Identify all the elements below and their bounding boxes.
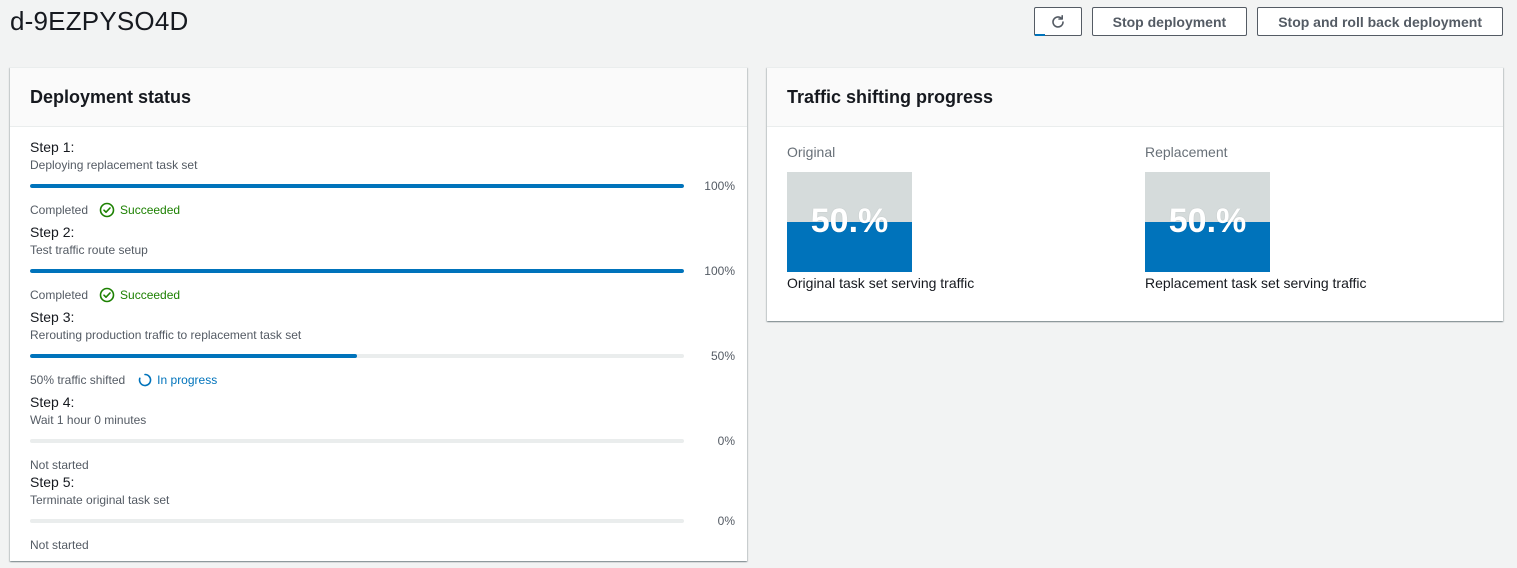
replacement-label: Replacement — [1145, 144, 1228, 160]
replacement-caption: Replacement task set serving traffic — [1145, 275, 1367, 291]
step-status: Not started — [30, 537, 735, 553]
status-badge-label: Succeeded — [120, 288, 181, 302]
replacement-traffic: Replacement 50.% Replacement task set se… — [1145, 144, 1367, 291]
step-title: Step 3: — [30, 309, 75, 325]
spinner-icon — [138, 373, 152, 387]
progress-fill — [30, 184, 684, 188]
status-text: Not started — [30, 538, 89, 552]
progress-percent: 50% — [710, 349, 735, 363]
step-progress: 0% — [30, 513, 735, 529]
original-label: Original — [787, 144, 836, 160]
step-progress: 50% — [30, 348, 735, 364]
traffic-shifting-panel: Traffic shifting progress Original 50.% … — [767, 67, 1503, 321]
progress-percent: 100% — [704, 179, 735, 193]
step-status: Completed Succeeded — [30, 202, 735, 218]
progress-percent: 100% — [704, 264, 735, 278]
status-badge-label: Succeeded — [120, 203, 181, 217]
progress-percent: 0% — [717, 514, 735, 528]
step-description: Wait 1 hour 0 minutes — [30, 413, 147, 427]
original-percent: 50.% — [810, 202, 889, 240]
step-progress: 0% — [30, 433, 735, 449]
check-circle-icon — [99, 287, 115, 303]
step-progress: 100% — [30, 263, 735, 279]
step-5: Step 5: Terminate original task set 0% Not … — [30, 474, 735, 553]
progress-fill — [30, 354, 357, 358]
stop-deployment-button[interactable]: Stop deployment — [1091, 7, 1248, 36]
status-badge: In progress — [138, 372, 217, 388]
progress-track — [30, 354, 684, 358]
page-title: d-9EZPYSO4D — [10, 6, 189, 36]
step-title: Step 1: — [30, 139, 75, 155]
check-circle-icon — [99, 202, 115, 218]
step-status: Not started — [30, 457, 735, 473]
header-actions: Stop deployment Stop and roll back deplo… — [1033, 7, 1503, 36]
deployment-status-panel: Deployment status Step 1: Deploying repla… — [10, 67, 747, 561]
progress-track — [30, 439, 684, 443]
progress-fill — [30, 269, 684, 273]
status-text: Completed — [30, 203, 89, 217]
stop-and-rollback-button[interactable]: Stop and roll back deployment — [1257, 7, 1503, 36]
replacement-percent: 50.% — [1168, 202, 1247, 240]
step-title: Step 5: — [30, 474, 75, 490]
traffic-shifting-title: Traffic shifting progress — [767, 68, 1503, 127]
status-badge: Succeeded — [99, 202, 180, 218]
progress-track — [30, 184, 684, 188]
original-gauge: 50.% — [787, 172, 912, 272]
original-caption: Original task set serving traffic — [787, 275, 975, 291]
original-traffic: Original 50.% Original task set serving … — [787, 144, 974, 291]
refresh-indicator — [1034, 34, 1045, 36]
step-status: Completed Succeeded — [30, 287, 735, 303]
status-text: 50% traffic shifted — [30, 373, 126, 387]
progress-percent: 0% — [717, 434, 735, 448]
step-title: Step 2: — [30, 224, 75, 240]
step-status: 50% traffic shifted In progress — [30, 372, 735, 388]
refresh-icon — [1051, 14, 1064, 28]
step-description: Test traffic route setup — [30, 243, 148, 257]
step-description: Deploying replacement task set — [30, 158, 198, 172]
status-badge: Succeeded — [99, 287, 180, 303]
step-description: Terminate original task set — [30, 493, 170, 507]
refresh-button[interactable] — [1033, 7, 1082, 36]
status-badge-label: In progress — [157, 373, 218, 387]
deployment-status-title: Deployment status — [10, 68, 747, 127]
progress-track — [30, 519, 684, 523]
step-4: Step 4: Wait 1 hour 0 minutes 0% Not starte… — [30, 394, 735, 473]
step-3: Step 3: Rerouting production traffic to r… — [30, 309, 735, 388]
step-progress: 100% — [30, 178, 735, 194]
step-title: Step 4: — [30, 394, 75, 410]
step-2: Step 2: Test traffic route setup 100% Compl… — [30, 224, 735, 303]
status-text: Not started — [30, 458, 89, 472]
step-description: Rerouting production traffic to replacem… — [30, 328, 302, 342]
replacement-gauge: 50.% — [1145, 172, 1270, 272]
status-text: Completed — [30, 288, 89, 302]
step-1: Step 1: Deploying replacement task set 100… — [30, 139, 735, 218]
progress-track — [30, 269, 684, 273]
